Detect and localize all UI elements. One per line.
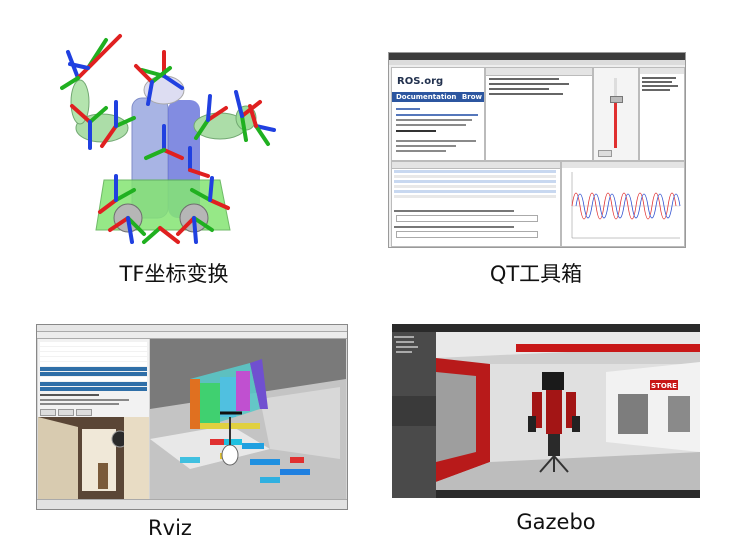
tree-item[interactable] xyxy=(394,336,414,338)
display-row[interactable] xyxy=(40,347,147,351)
doc-heading xyxy=(396,130,436,132)
display-row[interactable] xyxy=(40,362,147,366)
camera-image xyxy=(38,417,149,499)
table-row xyxy=(489,88,549,90)
display-row-selected[interactable] xyxy=(40,387,147,391)
display-row[interactable] xyxy=(40,377,147,381)
slider-pane xyxy=(593,67,639,161)
browse-label: Brow xyxy=(461,93,482,101)
display-row[interactable] xyxy=(40,352,147,356)
doc-text xyxy=(396,140,476,142)
log-toolbar xyxy=(392,162,560,169)
list-item xyxy=(642,77,676,79)
status-bar xyxy=(37,499,347,509)
table-row xyxy=(489,93,563,95)
ros-logo: ROS.org xyxy=(397,76,444,87)
caption-tf: TF坐标变换 xyxy=(119,262,229,286)
display-row-selected[interactable] xyxy=(40,367,147,371)
time-panel xyxy=(436,490,700,498)
filter-input[interactable] xyxy=(396,215,538,222)
store-sign: STORE xyxy=(651,382,677,390)
list-header xyxy=(640,68,684,74)
gazebo-screenshot: STORE xyxy=(392,324,700,498)
toolbar xyxy=(392,324,700,332)
caption-gazebo: Gazebo xyxy=(516,510,596,534)
display-row[interactable] xyxy=(40,357,147,361)
list-item xyxy=(642,89,670,91)
tf-robot-illustration xyxy=(60,34,276,244)
table-row xyxy=(489,78,559,80)
3d-view[interactable] xyxy=(150,339,346,499)
sine-plot xyxy=(562,162,684,239)
console-log xyxy=(391,161,561,247)
window-titlebar xyxy=(389,53,685,60)
doc-text xyxy=(396,119,472,121)
topic-table xyxy=(485,67,593,161)
rename-button[interactable] xyxy=(76,409,92,416)
log-rows xyxy=(394,170,556,204)
world-panel xyxy=(392,332,436,498)
documentation-label: Documentation xyxy=(396,93,457,101)
plot-pane xyxy=(561,161,685,247)
add-button[interactable] xyxy=(40,409,56,416)
list-item xyxy=(642,85,678,87)
toolbar xyxy=(37,332,347,339)
doc-text xyxy=(396,145,456,147)
slider-fill xyxy=(614,98,617,148)
doc-text xyxy=(396,124,466,126)
pane-button[interactable] xyxy=(598,150,612,157)
display-row-selected[interactable] xyxy=(40,382,147,386)
tf-robot-image xyxy=(60,30,280,250)
display-row-selected[interactable] xyxy=(40,372,147,376)
highlight-input[interactable] xyxy=(396,231,538,238)
menu-bar xyxy=(389,60,685,65)
display-row[interactable] xyxy=(40,342,147,346)
doc-link xyxy=(396,108,420,110)
3d-scene[interactable]: STORE xyxy=(436,332,700,490)
documentation-bar: Documentation Brow xyxy=(392,92,484,102)
frame-left-hand-2 xyxy=(68,34,122,70)
tree-item[interactable] xyxy=(396,351,412,353)
node-list xyxy=(639,67,685,161)
table-row xyxy=(489,83,569,85)
property-panel xyxy=(392,396,436,426)
doc-text xyxy=(396,114,478,116)
tree-item[interactable] xyxy=(396,341,414,343)
documentation-pane: ROS.org Documentation Brow xyxy=(391,67,485,161)
doc-text xyxy=(396,150,446,152)
highlight-label xyxy=(394,226,514,228)
remove-button[interactable] xyxy=(58,409,74,416)
table-header xyxy=(486,68,592,76)
filter-label xyxy=(394,210,514,212)
tree-item[interactable] xyxy=(396,346,418,348)
description-text xyxy=(40,399,129,401)
robot-model xyxy=(221,444,239,466)
caption-rviz: Rviz xyxy=(148,516,192,540)
description-text xyxy=(40,403,119,405)
description-text xyxy=(40,394,99,396)
slider-handle[interactable] xyxy=(610,96,623,103)
rviz-screenshot xyxy=(36,324,348,510)
list-item xyxy=(642,81,672,83)
menu-bar xyxy=(37,325,347,332)
qt-toolbox-screenshot: ROS.org Documentation Brow xyxy=(388,52,686,248)
caption-qt: QT工具箱 xyxy=(489,262,583,286)
